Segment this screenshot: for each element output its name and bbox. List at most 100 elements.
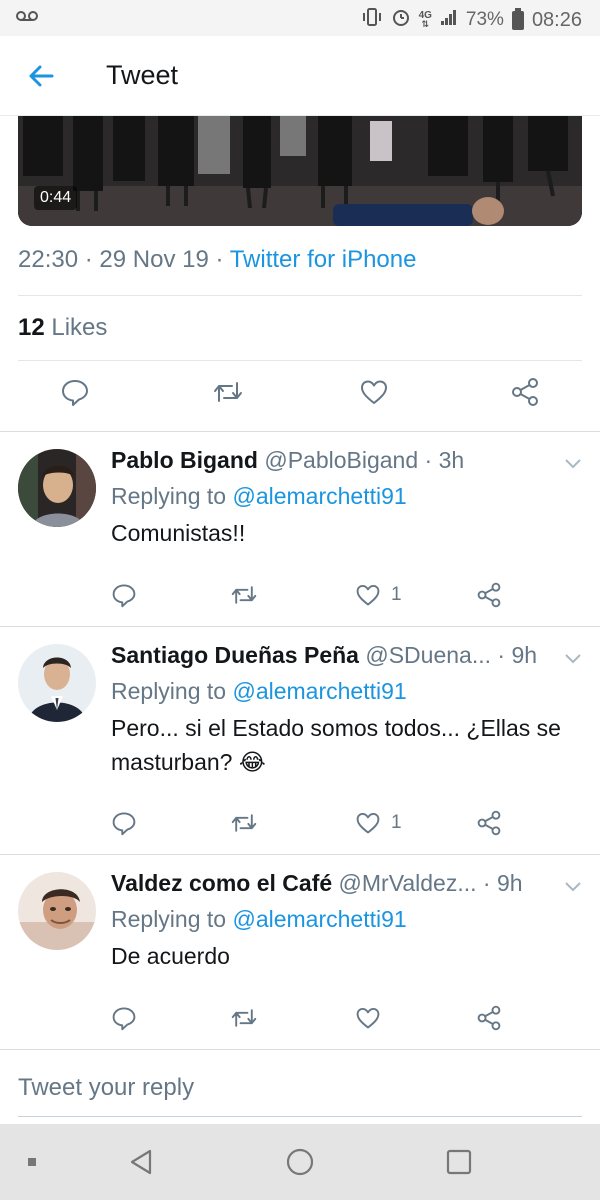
- battery-icon: [511, 7, 524, 30]
- avatar[interactable]: [18, 449, 96, 527]
- reply-button[interactable]: [111, 810, 137, 836]
- likes-count[interactable]: 12 Likes: [18, 314, 107, 342]
- square-recents-icon: [446, 1149, 472, 1175]
- arrow-left-icon: [29, 65, 54, 87]
- retweet-button[interactable]: [230, 1005, 258, 1031]
- reply-input[interactable]: Tweet your reply: [18, 1074, 194, 1102]
- dot-icon: [28, 1158, 36, 1166]
- reply-tweet[interactable]: Santiago Dueñas Peña @SDuena... · 9h Rep…: [0, 627, 600, 854]
- meta-separator: ·: [497, 642, 506, 668]
- network-type-icon: 4G ⇅: [418, 10, 432, 29]
- reply-action-bar: 1: [0, 582, 600, 622]
- avatar[interactable]: [18, 644, 96, 722]
- system-navigation-bar: [0, 1124, 600, 1200]
- reply-button[interactable]: [111, 1005, 137, 1031]
- like-count: 1: [391, 812, 402, 833]
- likes-number: 12: [18, 314, 45, 341]
- reply-header: Valdez como el Café @MrValdez... · 9h: [111, 870, 523, 897]
- retweet-icon: [231, 814, 257, 832]
- mention-link[interactable]: @alemarchetti91: [232, 678, 406, 704]
- alarm-icon: [391, 7, 411, 33]
- nav-back-button[interactable]: [124, 1144, 160, 1180]
- page-title: Tweet: [106, 60, 179, 90]
- vibrate-icon: [361, 7, 383, 33]
- retweet-button[interactable]: [212, 377, 244, 407]
- chevron-down-icon[interactable]: [564, 880, 582, 892]
- reply-tweet[interactable]: Valdez como el Café @MrValdez... · 9h Re…: [0, 855, 600, 1050]
- retweet-icon: [231, 1009, 257, 1027]
- clock: 08:26: [531, 8, 582, 31]
- replying-to: Replying to @alemarchetti91: [111, 483, 407, 510]
- retweet-icon: [214, 382, 242, 402]
- retweet-icon: [231, 586, 257, 604]
- back-button[interactable]: [24, 58, 60, 94]
- triangle-back-icon: [130, 1149, 152, 1175]
- tweet-video[interactable]: 0:44: [18, 116, 582, 226]
- share-icon: [477, 582, 501, 608]
- heart-icon: [356, 584, 380, 606]
- retweet-button[interactable]: [230, 810, 258, 836]
- author-handle[interactable]: @MrValdez...: [339, 870, 477, 896]
- author-handle[interactable]: @SDuena...: [365, 642, 491, 668]
- share-button[interactable]: [510, 377, 540, 407]
- reply-time: 3h: [438, 447, 465, 473]
- input-underline: [18, 1116, 582, 1117]
- signal-icon: [440, 8, 458, 32]
- reply-button[interactable]: [111, 582, 137, 608]
- video-thumbnail: [18, 116, 582, 226]
- speech-bubble-icon: [112, 1007, 136, 1031]
- divider: [18, 360, 582, 361]
- heart-icon: [361, 380, 387, 404]
- like-button[interactable]: 1: [355, 810, 402, 836]
- chevron-down-icon[interactable]: [564, 652, 582, 664]
- like-button[interactable]: 1: [355, 582, 402, 608]
- share-icon: [477, 1005, 501, 1031]
- author-name[interactable]: Valdez como el Café: [111, 870, 332, 896]
- share-icon: [477, 810, 501, 836]
- reply-text: De acuerdo: [111, 943, 230, 969]
- author-name[interactable]: Pablo Bigand: [111, 447, 258, 473]
- mention-link[interactable]: @alemarchetti91: [232, 483, 406, 509]
- replying-prefix: Replying to: [111, 678, 227, 704]
- replying-prefix: Replying to: [111, 906, 227, 932]
- share-button[interactable]: [476, 1005, 502, 1031]
- mention-link[interactable]: @alemarchetti91: [232, 906, 406, 932]
- divider: [18, 295, 582, 296]
- avatar[interactable]: [18, 872, 96, 950]
- heart-icon: [356, 1007, 380, 1029]
- reply-action-bar: [0, 1005, 600, 1045]
- reply-time: 9h: [511, 642, 538, 668]
- meta-separator: ·: [424, 447, 433, 473]
- meta-separator: ·: [482, 870, 491, 896]
- reply-tweet[interactable]: Pablo Bigand @PabloBigand · 3h Replying …: [0, 432, 600, 626]
- meta-separator: ·: [84, 246, 93, 273]
- share-button[interactable]: [476, 582, 502, 608]
- share-button[interactable]: [476, 810, 502, 836]
- reply-button[interactable]: [60, 377, 90, 407]
- author-name[interactable]: Santiago Dueñas Peña: [111, 642, 359, 668]
- speech-bubble-icon: [62, 380, 88, 406]
- reply-text: Pero... si el Estado somos todos... ¿Ell…: [111, 715, 561, 775]
- retweet-button[interactable]: [230, 582, 258, 608]
- like-button[interactable]: [359, 377, 389, 407]
- tweet-client-link[interactable]: Twitter for iPhone: [230, 246, 417, 273]
- nav-home-button[interactable]: [282, 1144, 318, 1180]
- author-handle[interactable]: @PabloBigand: [264, 447, 418, 473]
- like-count: 1: [391, 584, 402, 605]
- speech-bubble-icon: [112, 812, 136, 836]
- battery-percent: 73%: [465, 9, 504, 30]
- voicemail-icon: [16, 9, 38, 28]
- reply-action-bar: 1: [0, 810, 600, 850]
- reply-compose-bar: Tweet your reply: [0, 1050, 600, 1124]
- nav-menu-button[interactable]: [22, 1152, 42, 1172]
- replying-prefix: Replying to: [111, 483, 227, 509]
- tweet-timestamp-line: 22:30 · 29 Nov 19 · Twitter for iPhone: [18, 246, 416, 274]
- meta-separator: ·: [215, 246, 224, 273]
- like-button[interactable]: [355, 1005, 391, 1031]
- status-bar: 4G ⇅ 73% 08:26: [0, 0, 600, 36]
- chevron-down-icon[interactable]: [564, 457, 582, 469]
- replying-to: Replying to @alemarchetti91: [111, 678, 407, 705]
- nav-recents-button[interactable]: [441, 1144, 477, 1180]
- tweet-time: 22:30: [18, 246, 79, 273]
- tweet-action-bar: [0, 377, 600, 417]
